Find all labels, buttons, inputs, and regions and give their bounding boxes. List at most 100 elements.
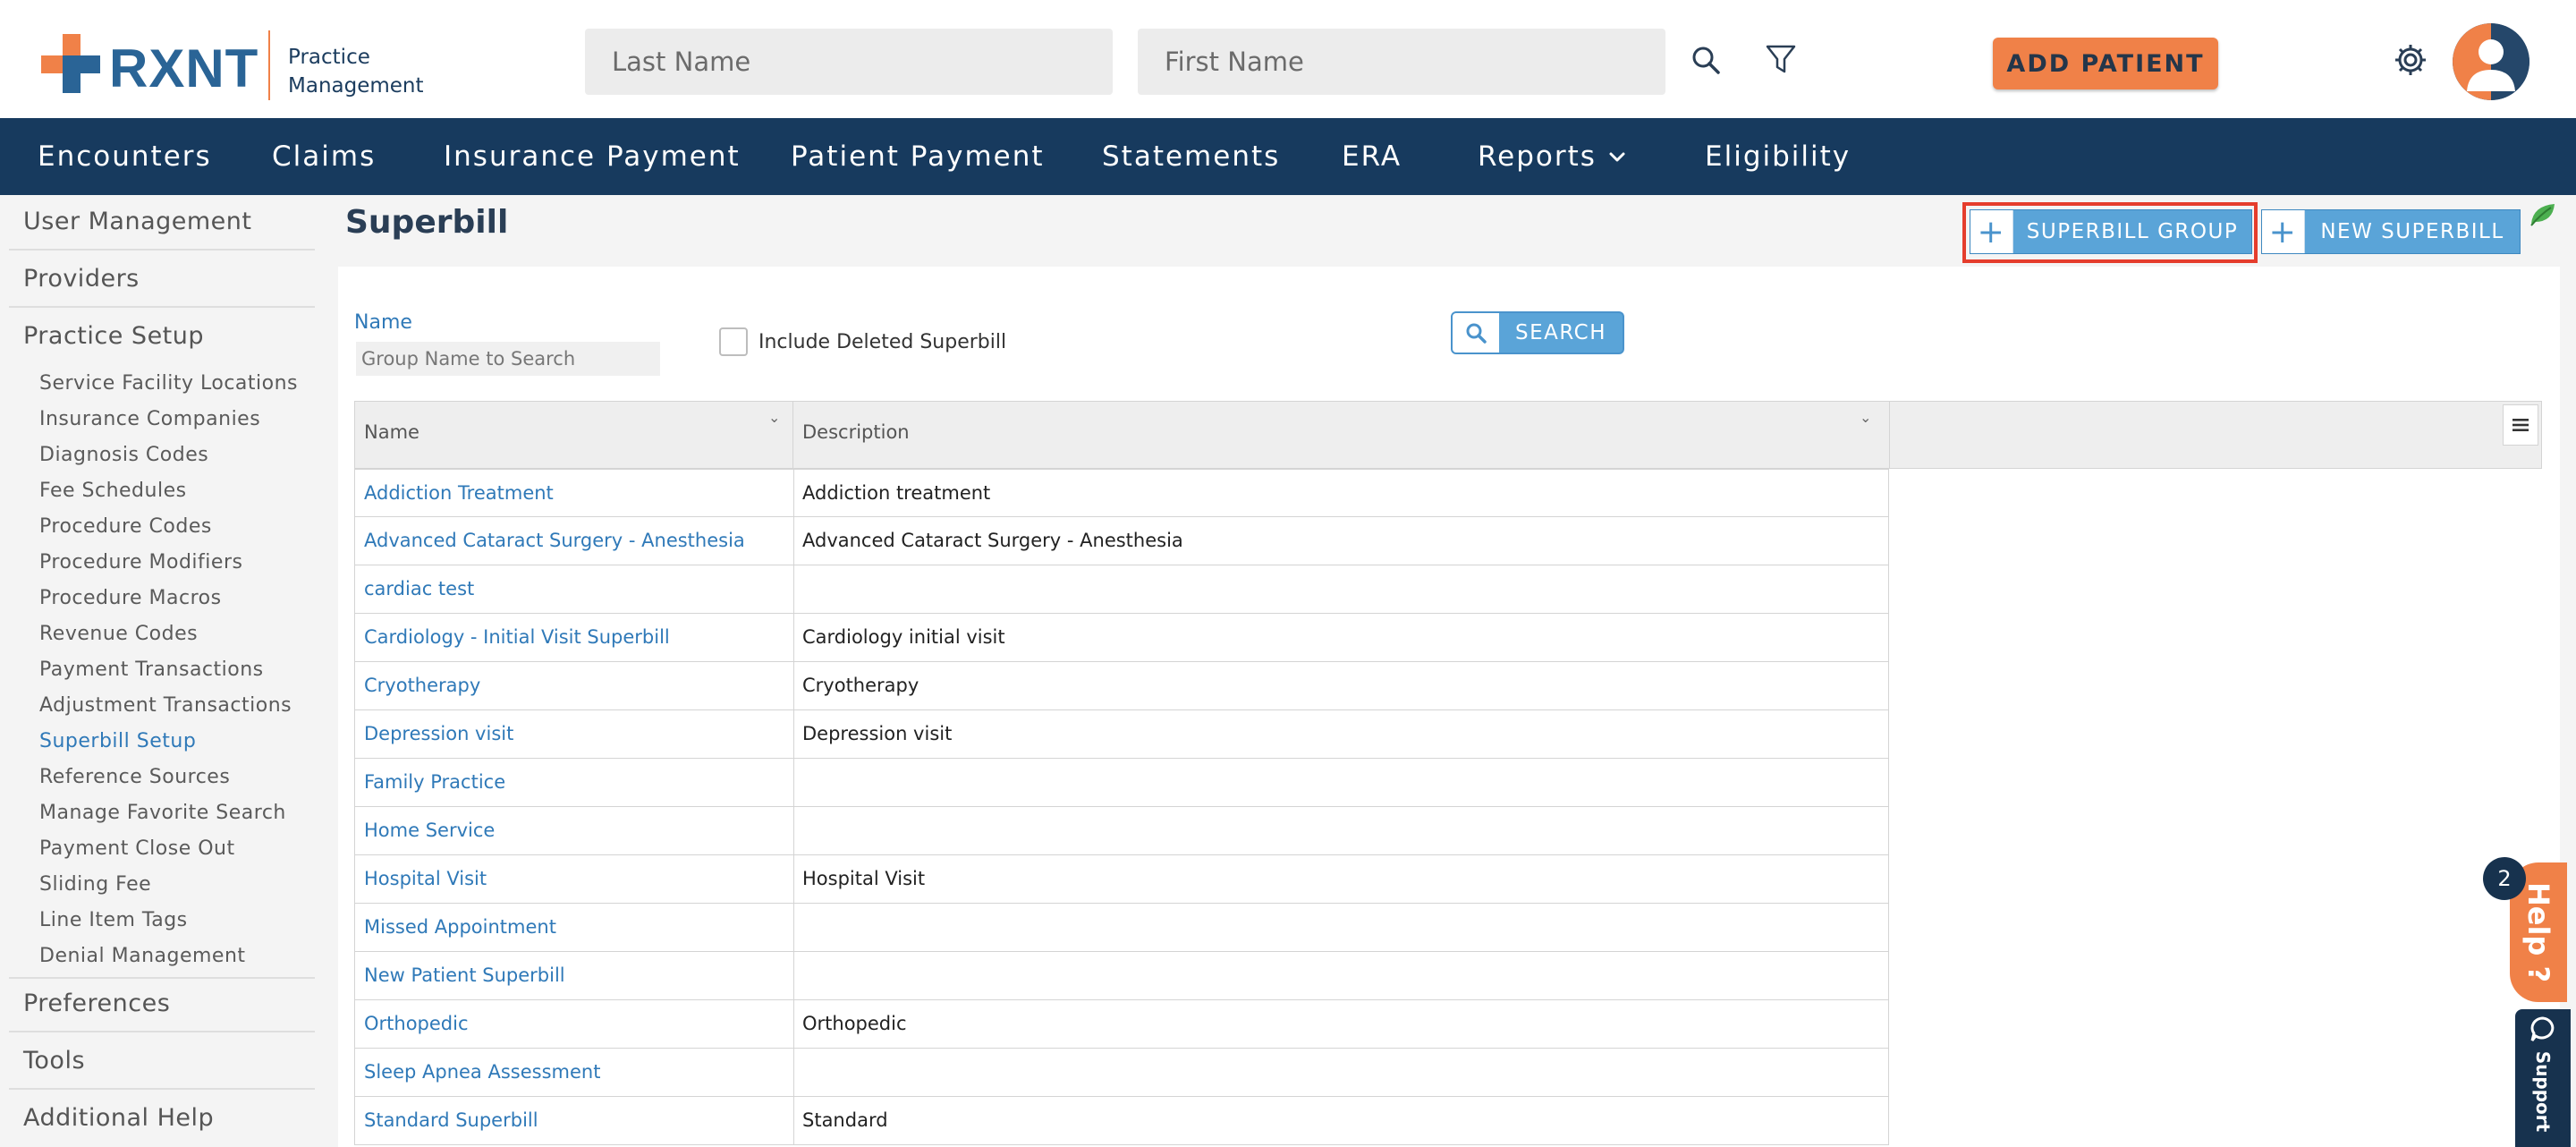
table-row: Cardiology - Initial Visit Superbill Card… (354, 614, 1889, 662)
first-name-input[interactable] (1138, 29, 1665, 95)
support-label: Support (2532, 1050, 2555, 1133)
sidebar-item-adjustment-transactions[interactable]: Adjustment Transactions (39, 694, 292, 717)
superbill-name-link[interactable]: Depression visit (364, 723, 513, 744)
plus-icon: + (2262, 210, 2305, 253)
sidebar-item-payment-close-out[interactable]: Payment Close Out (39, 837, 235, 860)
superbill-name-link[interactable]: New Patient Superbill (364, 964, 565, 986)
table-row: Family Practice (354, 759, 1889, 807)
new-superbill-button[interactable]: + NEW SUPERBILL (2261, 209, 2521, 254)
product-name-line1: Practice (288, 46, 370, 69)
help-label: Help ? (2521, 881, 2555, 983)
sidebar-item-diagnosis-codes[interactable]: Diagnosis Codes (39, 444, 208, 466)
sidebar-section-tools[interactable]: Tools (9, 1047, 315, 1075)
nav-statements[interactable]: Statements (1102, 118, 1280, 195)
table-row: Hospital Visit Hospital Visit (354, 855, 1889, 904)
sidebar-divider (9, 1088, 315, 1090)
table-row: Missed Appointment (354, 904, 1889, 952)
superbill-description: Standard (802, 1109, 888, 1131)
sidebar-item-fee-schedules[interactable]: Fee Schedules (39, 480, 187, 502)
superbill-description: Orthopedic (802, 1013, 907, 1034)
chevron-down-icon[interactable]: ⌄ (1860, 409, 1871, 426)
table-row: Depression visit Depression visit (354, 710, 1889, 759)
sidebar-section-user-management[interactable]: User Management (9, 208, 315, 235)
include-deleted-checkbox[interactable] (719, 327, 748, 356)
chevron-down-icon[interactable]: ⌄ (768, 409, 780, 426)
superbill-name-link[interactable]: Sleep Apnea Assessment (364, 1061, 600, 1083)
sidebar-item-sliding-fee[interactable]: Sliding Fee (39, 873, 151, 896)
superbill-name-link[interactable]: Family Practice (364, 771, 505, 793)
sidebar-item-procedure-modifiers[interactable]: Procedure Modifiers (39, 551, 242, 574)
nav-eligibility[interactable]: Eligibility (1705, 118, 1851, 195)
superbill-name-link[interactable]: Addiction Treatment (364, 482, 554, 504)
superbill-description: Hospital Visit (802, 868, 926, 889)
table-row: Addiction Treatment Addiction treatment (354, 469, 1889, 517)
superbill-name-link[interactable]: Orthopedic (364, 1013, 469, 1034)
grid-header: Name ⌄ Description ⌄ (354, 401, 2542, 469)
sidebar-item-superbill-setup[interactable]: Superbill Setup (39, 730, 196, 752)
nav-claims[interactable]: Claims (272, 118, 376, 195)
sidebar-item-service-facility-locations[interactable]: Service Facility Locations (39, 372, 298, 395)
rxnt-logo[interactable]: RXNT Practice Management (41, 30, 435, 102)
last-name-input[interactable] (585, 29, 1113, 95)
product-name: Practice Management (288, 43, 440, 100)
sidebar-section-preferences[interactable]: Preferences (9, 990, 315, 1017)
brand-name: RXNT (109, 38, 259, 98)
logo-divider (268, 30, 270, 100)
nav-insurance-payment[interactable]: Insurance Payment (444, 118, 741, 195)
sidebar-item-insurance-companies[interactable]: Insurance Companies (39, 408, 260, 430)
sidebar-item-denial-management[interactable]: Denial Management (39, 945, 246, 967)
superbill-description: Addiction treatment (802, 482, 991, 504)
sidebar-item-manage-favorite-search[interactable]: Manage Favorite Search (39, 802, 286, 824)
sidebar-section-practice-setup[interactable]: Practice Setup (9, 322, 315, 350)
notification-badge: 2 (2483, 857, 2526, 900)
superbill-description: Cardiology initial visit (802, 626, 1005, 648)
table-row: Home Service (354, 807, 1889, 855)
search-icon (1453, 313, 1499, 353)
superbill-name-link[interactable]: Advanced Cataract Surgery - Anesthesia (364, 530, 745, 551)
new-superbill-label: NEW SUPERBILL (2320, 220, 2504, 243)
superbill-name-link[interactable]: Standard Superbill (364, 1109, 538, 1131)
sidebar: User Management Providers Practice Setup… (0, 195, 322, 1147)
column-menu-icon[interactable] (2503, 404, 2538, 446)
search-icon[interactable] (1682, 36, 1730, 84)
chat-icon (2530, 1016, 2555, 1041)
sidebar-item-line-item-tags[interactable]: Line Item Tags (39, 909, 188, 931)
sidebar-divider (9, 306, 315, 308)
nav-patient-payment[interactable]: Patient Payment (791, 118, 1045, 195)
superbill-name-link[interactable]: Cryotherapy (364, 675, 480, 696)
table-row: Sleep Apnea Assessment (354, 1049, 1889, 1097)
user-avatar-icon[interactable] (2453, 23, 2529, 100)
group-name-search-input[interactable] (356, 342, 660, 376)
sidebar-item-revenue-codes[interactable]: Revenue Codes (39, 623, 198, 645)
sidebar-section-providers[interactable]: Providers (9, 265, 315, 293)
nav-reports[interactable]: Reports (1478, 118, 1597, 195)
sidebar-item-reference-sources[interactable]: Reference Sources (39, 766, 230, 788)
nav-era[interactable]: ERA (1342, 118, 1402, 195)
sidebar-item-procedure-codes[interactable]: Procedure Codes (39, 515, 212, 538)
superbill-name-link[interactable]: cardiac test (364, 578, 474, 599)
table-row: cardiac test (354, 565, 1889, 614)
column-header-name[interactable]: Name ⌄ (355, 402, 793, 468)
name-filter-label: Name (354, 311, 412, 334)
superbill-name-link[interactable]: Hospital Visit (364, 868, 487, 889)
add-patient-button[interactable]: ADD PATIENT (1993, 38, 2218, 89)
sidebar-divider (9, 1031, 315, 1032)
column-header-description[interactable]: Description ⌄ (793, 402, 1890, 468)
chevron-down-icon[interactable] (1606, 118, 1628, 195)
search-button[interactable]: SEARCH (1451, 311, 1624, 354)
sidebar-section-additional-help[interactable]: Additional Help (9, 1104, 315, 1132)
column-header-name-label: Name (364, 421, 419, 443)
sidebar-divider (9, 249, 315, 251)
table-row: New Patient Superbill (354, 952, 1889, 1000)
superbill-description: Advanced Cataract Surgery - Anesthesia (802, 530, 1183, 551)
gear-icon[interactable] (2386, 36, 2435, 84)
superbill-name-link[interactable]: Cardiology - Initial Visit Superbill (364, 626, 670, 648)
page-title: Superbill (345, 204, 509, 241)
superbill-name-link[interactable]: Missed Appointment (364, 916, 556, 938)
filter-icon[interactable] (1757, 36, 1805, 84)
sidebar-item-procedure-macros[interactable]: Procedure Macros (39, 587, 222, 609)
rxnt-cross-icon (41, 34, 100, 93)
nav-encounters[interactable]: Encounters (38, 118, 212, 195)
superbill-name-link[interactable]: Home Service (364, 820, 495, 841)
sidebar-item-payment-transactions[interactable]: Payment Transactions (39, 658, 264, 681)
